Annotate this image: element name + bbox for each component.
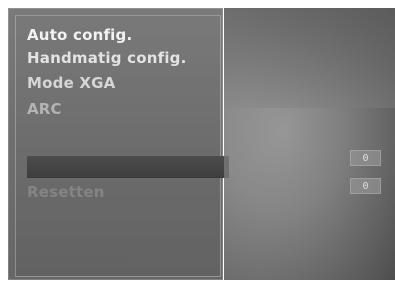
menu-item-reset[interactable]: Resetten	[27, 183, 105, 201]
menu-item-arc[interactable]: ARC	[27, 100, 62, 118]
setting-value-box: 0	[350, 178, 381, 194]
preview-panel-overlay	[224, 8, 395, 280]
tv-settings-screen: Auto config. Handmatig config. Mode XGA …	[0, 0, 395, 284]
menu-item-mode-xga[interactable]: Mode XGA	[27, 74, 115, 92]
settings-menu-frame: Auto config. Handmatig config. Mode XGA …	[15, 15, 229, 277]
setting-value-box: 0	[350, 150, 381, 166]
settings-menu-panel: Auto config. Handmatig config. Mode XGA …	[8, 8, 229, 280]
selected-menu-row[interactable]	[27, 156, 229, 178]
menu-item-manual-config[interactable]: Handmatig config.	[27, 49, 187, 67]
menu-item-auto-config[interactable]: Auto config.	[27, 26, 132, 44]
